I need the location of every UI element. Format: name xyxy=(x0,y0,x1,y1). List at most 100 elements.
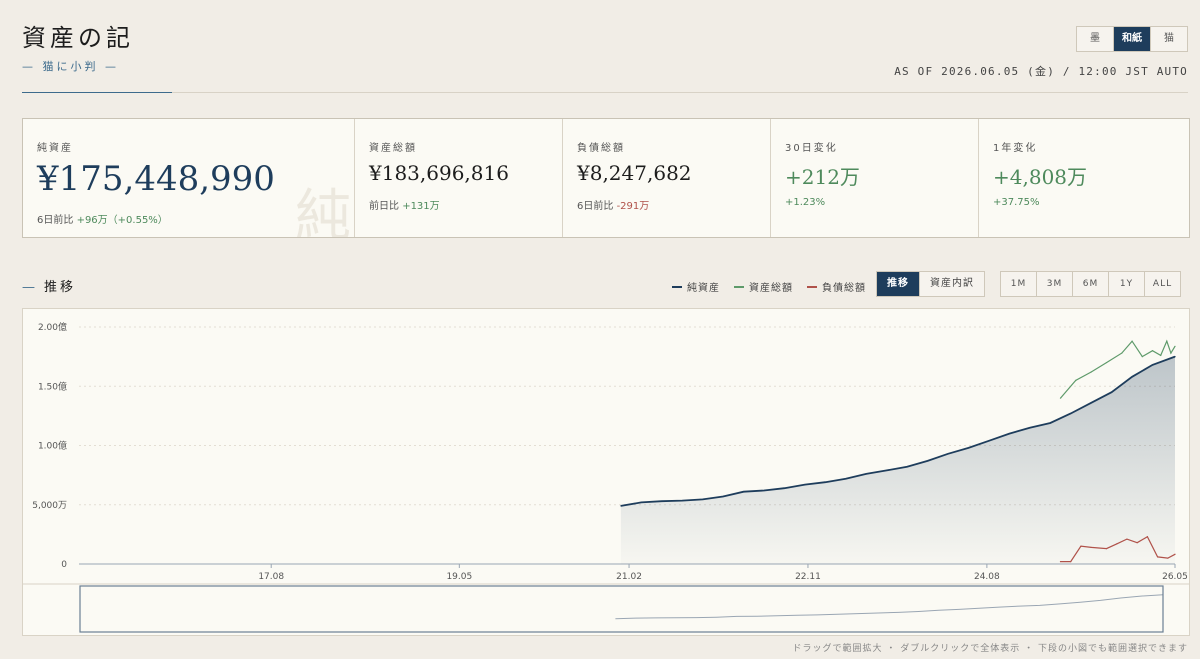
x-tick-label-4: 24.08 xyxy=(974,572,1000,582)
chart-hint: ドラッグで範囲拡大 ・ ダブルクリックで全体表示 ・ 下段の小図でも範囲選択でき… xyxy=(792,644,1188,654)
section-title-dash: — xyxy=(22,280,38,295)
series-area-0 xyxy=(620,356,1175,564)
series-2-point-7 xyxy=(1136,542,1138,544)
view-switcher: 推移 資産内訳 xyxy=(876,271,985,297)
y-tick-label-4: 2.00億 xyxy=(38,321,67,333)
theme-button-washi[interactable]: 和紙 xyxy=(1114,27,1151,51)
series-1-point-6 xyxy=(1141,356,1143,358)
net-worth-watermark: 純 xyxy=(295,184,351,237)
legend-net-worth[interactable]: 純資産 xyxy=(672,279,720,294)
total-assets-card: 資産総額 ¥183,696,816 前日比 +131万 xyxy=(355,119,563,237)
series-1-point-1 xyxy=(1075,379,1077,381)
series-0-point-21 xyxy=(1049,422,1051,424)
series-0-point-25 xyxy=(1131,376,1133,378)
total-liabilities-change-value: -291万 xyxy=(616,201,650,212)
minimap-range-brush[interactable] xyxy=(79,585,1164,633)
x-tick-label-3: 22.11 xyxy=(795,572,821,582)
legend-swatch-liabilities xyxy=(807,285,817,288)
series-0-point-9 xyxy=(804,484,806,486)
chart-legend: 純資産 資産総額 負債総額 xyxy=(672,279,866,294)
tab-trend[interactable]: 推移 xyxy=(877,272,920,296)
series-0-point-26 xyxy=(1151,364,1154,366)
series-2-point-4 xyxy=(1105,547,1108,550)
total-liabilities-label: 負債総額 xyxy=(577,143,625,154)
series-1-point-7 xyxy=(1151,350,1154,352)
net-worth-label: 純資産 xyxy=(37,143,73,154)
chart-area[interactable]: 0 5,000万 1.00億 1.50億 2.00億 17.08 19.05 21.02 22.… xyxy=(22,308,1190,636)
tab-asset-breakdown[interactable]: 資産内訳 xyxy=(920,272,984,296)
app-subtitle: — 猫に小判 — xyxy=(22,60,119,73)
series-0-point-16 xyxy=(947,453,949,455)
header: 資産の記 — 猫に小判 — 墨 和紙 猫 AS OF 2026.06.05 (金… xyxy=(22,18,1188,93)
range-button-1m[interactable]: 1M xyxy=(1001,272,1037,296)
series-0-point-27 xyxy=(1174,356,1176,358)
legend-label-net-worth: 純資産 xyxy=(687,283,720,294)
series-1-point-3 xyxy=(1105,361,1108,364)
series-2-point-9 xyxy=(1157,556,1159,558)
series-0-point-2 xyxy=(661,500,663,502)
total-assets-value: ¥183,696,816 xyxy=(369,161,509,185)
series-1-point-5 xyxy=(1131,340,1133,342)
series-0-point-12 xyxy=(865,473,867,475)
theme-switcher: 墨 和紙 猫 xyxy=(1076,26,1188,52)
series-1-point-8 xyxy=(1160,354,1162,357)
series-0-point-11 xyxy=(845,478,847,480)
series-0-point-24 xyxy=(1111,391,1113,393)
legend-total-assets[interactable]: 資産総額 xyxy=(734,279,793,294)
total-liabilities-card: 負債総額 ¥8,247,682 6日前比 -291万 xyxy=(563,119,771,237)
total-liabilities-value: ¥8,247,682 xyxy=(577,161,692,185)
series-0-point-0 xyxy=(620,505,622,507)
change-30d-card: 30日変化 +212万 +1.23% xyxy=(771,119,979,237)
y-tick-label-0: 0 xyxy=(61,560,67,570)
series-2-point-8 xyxy=(1146,536,1148,538)
legend-label-liabilities: 負債総額 xyxy=(822,283,866,294)
series-2-point-6 xyxy=(1126,538,1128,540)
net-worth-change: 6日前比 +96万（+0.55%） xyxy=(37,211,168,226)
series-2-point-10 xyxy=(1167,557,1169,559)
series-0-point-23 xyxy=(1090,402,1092,404)
total-assets-label: 資産総額 xyxy=(369,143,417,154)
change-30d-value: +212万 xyxy=(785,165,860,189)
minimap-line xyxy=(615,594,1164,620)
series-0-point-3 xyxy=(681,500,683,502)
section-title-text: 推移 xyxy=(44,280,77,295)
header-accent-line xyxy=(22,92,172,93)
series-0-point-19 xyxy=(1008,433,1010,435)
series-1-point-0 xyxy=(1059,397,1062,399)
series-0-point-1 xyxy=(640,501,642,503)
range-button-3m[interactable]: 3M xyxy=(1037,272,1073,296)
change-30d-percent: +1.23% xyxy=(785,197,826,208)
series-2-point-11 xyxy=(1174,553,1176,555)
series-0-point-15 xyxy=(926,460,929,462)
net-worth-value: ¥175,448,990 xyxy=(37,159,275,199)
series-0-point-5 xyxy=(722,495,724,498)
trend-chart[interactable]: 0 5,000万 1.00億 1.50億 2.00億 17.08 19.05 21.02 22.… xyxy=(23,309,1189,635)
as-of-timestamp: AS OF 2026.06.05 (金) / 12:00 JST AUTO xyxy=(894,65,1188,78)
legend-swatch-net-worth xyxy=(672,285,682,288)
series-2-point-3 xyxy=(1090,546,1092,549)
legend-swatch-total-assets xyxy=(734,285,744,288)
series-0-point-20 xyxy=(1029,427,1031,429)
total-liabilities-change: 6日前比 -291万 xyxy=(577,197,649,212)
series-2-point-5 xyxy=(1116,543,1118,545)
theme-button-neko[interactable]: 猫 xyxy=(1151,27,1187,51)
x-tick-label-1: 19.05 xyxy=(446,572,472,582)
series-0-point-14 xyxy=(906,466,908,468)
summary-cards: 純 純資産 ¥175,448,990 6日前比 +96万（+0.55%） 資産総… xyxy=(22,118,1190,238)
x-tick-label-5: 26.05 xyxy=(1162,572,1188,582)
legend-liabilities[interactable]: 負債総額 xyxy=(807,279,866,294)
theme-button-sumi[interactable]: 墨 xyxy=(1077,27,1114,51)
change-1y-value: +4,808万 xyxy=(993,165,1088,189)
total-assets-change-label: 前日比 xyxy=(369,201,399,212)
range-button-all[interactable]: ALL xyxy=(1145,272,1180,296)
app-title: 資産の記 xyxy=(22,24,134,52)
range-button-6m[interactable]: 6M xyxy=(1073,272,1109,296)
series-0-point-8 xyxy=(783,487,786,489)
range-button-1y[interactable]: 1Y xyxy=(1109,272,1145,296)
y-tick-label-2: 1.00億 xyxy=(38,440,67,452)
series-1-point-11 xyxy=(1174,345,1176,347)
series-2-point-1 xyxy=(1070,561,1072,563)
total-assets-change: 前日比 +131万 xyxy=(369,197,440,212)
section-title: — 推移 xyxy=(22,276,76,295)
legend-label-total-assets: 資産総額 xyxy=(749,283,793,294)
